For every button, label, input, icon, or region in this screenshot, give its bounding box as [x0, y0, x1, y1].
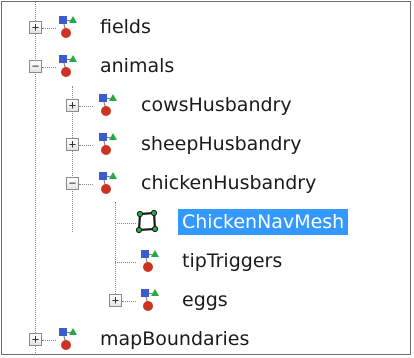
- scene-node-icon: [96, 171, 118, 195]
- tree-item-label: ChickenNavMesh: [178, 209, 349, 235]
- tree-item-chickenHusbandry[interactable]: − chickenHusbandry: [2, 164, 410, 202]
- scene-node-icon: [56, 327, 78, 351]
- collapse-toggle[interactable]: −: [66, 177, 79, 190]
- tree-item-animals[interactable]: − animals: [2, 47, 410, 85]
- expand-toggle[interactable]: +: [66, 138, 79, 151]
- expand-toggle[interactable]: +: [109, 294, 122, 307]
- expand-toggle[interactable]: +: [66, 99, 79, 112]
- scene-node-icon: [96, 93, 118, 117]
- scene-node-icon: [96, 132, 118, 156]
- collapse-toggle[interactable]: −: [29, 60, 42, 73]
- tree-item-label: animals: [100, 55, 175, 77]
- expand-toggle[interactable]: +: [29, 333, 42, 346]
- tree-item-label: fields: [100, 16, 151, 38]
- tree-item-mapBoundaries[interactable]: + mapBoundaries: [2, 320, 410, 354]
- scene-node-icon: [56, 54, 78, 78]
- scene-node-icon: [56, 15, 78, 39]
- tree-item-cowsHusbandry[interactable]: + cowsHusbandry: [2, 86, 410, 124]
- tree-item-label: eggs: [182, 289, 228, 311]
- tree-item-tipTriggers[interactable]: tipTriggers: [2, 242, 410, 280]
- expand-toggle[interactable]: +: [29, 21, 42, 34]
- tree-item-fields[interactable]: + fields: [2, 8, 410, 46]
- scene-node-icon: [138, 249, 160, 273]
- tree-item-label: tipTriggers: [182, 250, 283, 272]
- tree-item-label: cowsHusbandry: [141, 94, 292, 116]
- tree-item-eggs[interactable]: + eggs: [2, 281, 410, 319]
- scenegraph-tree-panel: + fields − animals + cowsHusbandry + she…: [1, 1, 411, 355]
- tree-item-label: chickenHusbandry: [141, 172, 317, 194]
- navmesh-icon: [136, 210, 158, 234]
- tree-item-label: mapBoundaries: [100, 328, 250, 350]
- tree-item-sheepHusbandry[interactable]: + sheepHusbandry: [2, 125, 410, 163]
- scene-node-icon: [138, 288, 160, 312]
- tree-item-label: sheepHusbandry: [141, 133, 302, 155]
- scenegraph-tree: + fields − animals + cowsHusbandry + she…: [2, 2, 410, 354]
- tree-item-ChickenNavMesh[interactable]: ChickenNavMesh: [2, 203, 410, 241]
